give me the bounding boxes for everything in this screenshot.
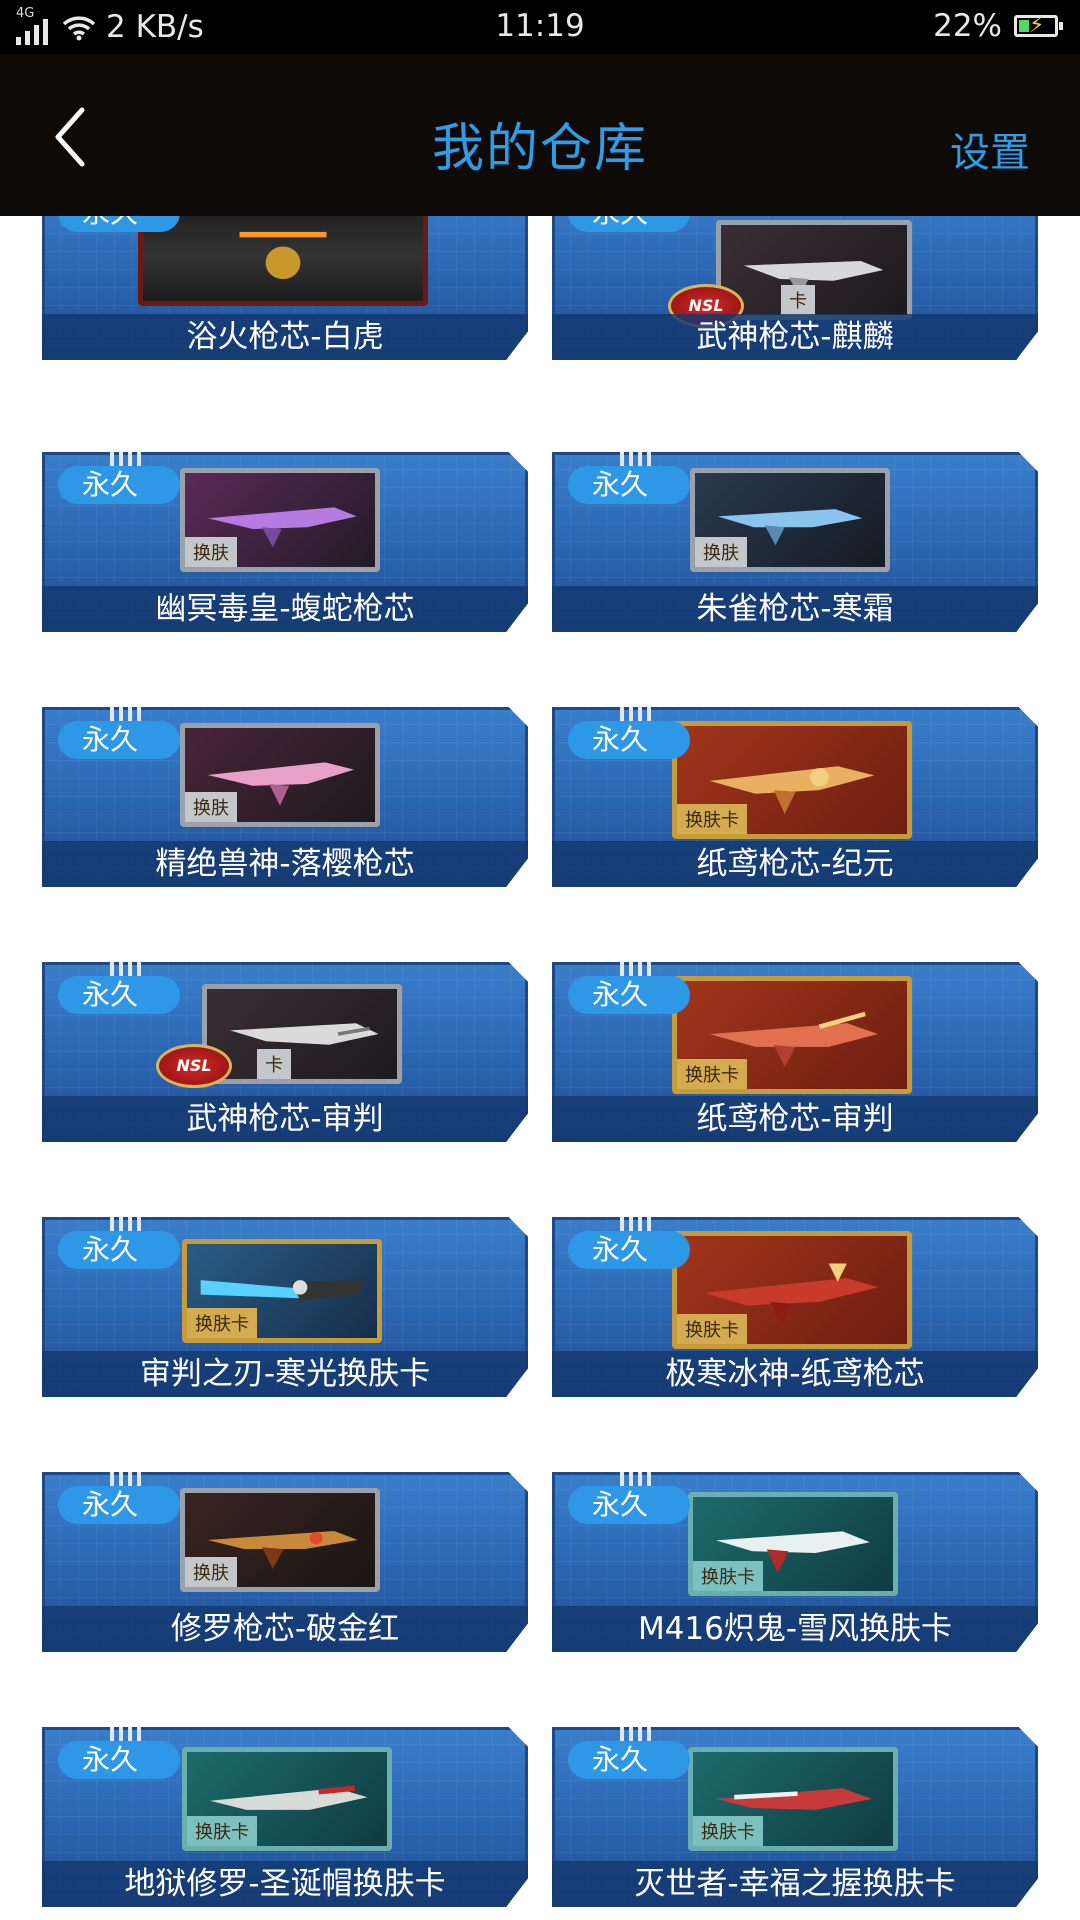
permanent-badge: 永久	[58, 1231, 180, 1269]
inventory-item[interactable]: 换肤 永久 幽冥毒皇-蝮蛇枪芯	[42, 452, 528, 632]
item-name: 精绝兽神-落樱枪芯	[42, 841, 528, 887]
permanent-badge: 永久	[568, 216, 690, 232]
item-name: 纸鸢枪芯-审判	[552, 1096, 1038, 1142]
skin-tag: 卡	[781, 285, 815, 315]
permanent-badge: 永久	[568, 466, 690, 504]
permanent-badge: 永久	[58, 976, 180, 1014]
inventory-item[interactable]: 换肤 永久 朱雀枪芯-寒霜	[552, 452, 1038, 632]
nsl-logo: NSL	[156, 1044, 232, 1088]
battery-icon: ⚡	[1014, 13, 1063, 38]
item-name: 武神枪芯-麒麟	[552, 314, 1038, 360]
item-thumbnail: 换肤	[180, 468, 380, 572]
item-thumbnail	[138, 216, 428, 306]
skin-tag: 换肤卡	[677, 1059, 747, 1089]
item-thumbnail: 换肤卡	[672, 1231, 912, 1349]
skin-tag: 换肤	[185, 1557, 237, 1587]
permanent-badge: 永久	[568, 976, 690, 1014]
permanent-badge: 永久	[58, 1741, 180, 1779]
app-header: 我的仓库 设置	[0, 54, 1080, 216]
permanent-badge: 永久	[58, 1486, 180, 1524]
permanent-badge: 永久	[58, 466, 180, 504]
permanent-badge: 永久	[58, 721, 180, 759]
status-bar: 4G 2 KB/s 11:19 22% ⚡	[0, 0, 1080, 54]
inventory-item[interactable]: 换肤卡 永久 极寒冰神-纸鸢枪芯	[552, 1217, 1038, 1397]
item-name: M416炽鬼-雪风换肤卡	[552, 1606, 1038, 1652]
inventory-item[interactable]: 换肤卡 永久 审判之刃-寒光换肤卡	[42, 1217, 528, 1397]
skin-tag: 卡	[257, 1049, 291, 1079]
inventory-item[interactable]: 换肤 永久 精绝兽神-落樱枪芯	[42, 707, 528, 887]
item-name: 审判之刃-寒光换肤卡	[42, 1351, 528, 1397]
skin-tag: 换肤	[695, 537, 747, 567]
battery-percent: 22%	[933, 8, 1002, 44]
permanent-badge: 永久	[58, 216, 180, 232]
inventory-grid: 永久 浴火枪芯-白虎 卡 NSL 永久 武神枪芯-麒麟 换肤 永久 幽冥毒皇-蝮…	[0, 216, 1080, 1920]
item-thumbnail: 换肤卡	[672, 976, 912, 1094]
skin-tag: 换肤卡	[677, 804, 747, 834]
item-name: 幽冥毒皇-蝮蛇枪芯	[42, 586, 528, 632]
settings-button[interactable]: 设置	[950, 120, 1030, 178]
permanent-badge: 永久	[568, 1231, 690, 1269]
inventory-item[interactable]: 换肤卡 永久 灭世者-幸福之握换肤卡	[552, 1727, 1038, 1907]
item-thumbnail: 换肤卡	[182, 1747, 392, 1851]
skin-tag: 换肤	[185, 537, 237, 567]
skin-tag: 换肤卡	[187, 1308, 257, 1338]
skin-tag: 换肤卡	[187, 1816, 257, 1846]
permanent-badge: 永久	[568, 721, 690, 759]
item-name: 修罗枪芯-破金红	[42, 1606, 528, 1652]
item-name: 灭世者-幸福之握换肤卡	[552, 1861, 1038, 1907]
inventory-item[interactable]: 卡 NSL 永久 武神枪芯-审判	[42, 962, 528, 1142]
item-name: 地狱修罗-圣诞帽换肤卡	[42, 1861, 528, 1907]
item-name: 纸鸢枪芯-纪元	[552, 841, 1038, 887]
item-thumbnail: 换肤	[180, 1488, 380, 1592]
item-name: 极寒冰神-纸鸢枪芯	[552, 1351, 1038, 1397]
inventory-item[interactable]: 卡 NSL 永久 武神枪芯-麒麟	[552, 216, 1038, 360]
item-thumbnail: 换肤卡	[182, 1239, 382, 1343]
item-thumbnail: 换肤	[690, 468, 890, 572]
item-thumbnail: 换肤卡	[688, 1492, 898, 1596]
clock: 11:19	[495, 8, 585, 44]
permanent-badge: 永久	[568, 1486, 690, 1524]
skin-tag: 换肤卡	[677, 1314, 747, 1344]
item-thumbnail: 换肤卡	[672, 721, 912, 839]
permanent-badge: 永久	[568, 1741, 690, 1779]
inventory-item[interactable]: 换肤卡 永久 纸鸢枪芯-审判	[552, 962, 1038, 1142]
skin-tag: 换肤卡	[693, 1561, 763, 1591]
item-thumbnail: 卡	[202, 984, 402, 1084]
item-thumbnail: 换肤	[180, 723, 380, 827]
inventory-item[interactable]: 换肤卡 永久 纸鸢枪芯-纪元	[552, 707, 1038, 887]
page-title: 我的仓库	[431, 119, 648, 179]
item-name: 浴火枪芯-白虎	[42, 314, 528, 360]
skin-tag: 换肤	[185, 792, 237, 822]
item-thumbnail: 卡	[716, 220, 912, 320]
inventory-item[interactable]: 换肤卡 永久 地狱修罗-圣诞帽换肤卡	[42, 1727, 528, 1907]
item-name: 朱雀枪芯-寒霜	[552, 586, 1038, 632]
inventory-item[interactable]: 换肤卡 永久 M416炽鬼-雪风换肤卡	[552, 1472, 1038, 1652]
item-name: 武神枪芯-审判	[42, 1096, 528, 1142]
item-thumbnail: 换肤卡	[688, 1747, 898, 1851]
inventory-item[interactable]: 永久 浴火枪芯-白虎	[42, 216, 528, 360]
inventory-item[interactable]: 换肤 永久 修罗枪芯-破金红	[42, 1472, 528, 1652]
skin-tag: 换肤卡	[693, 1816, 763, 1846]
